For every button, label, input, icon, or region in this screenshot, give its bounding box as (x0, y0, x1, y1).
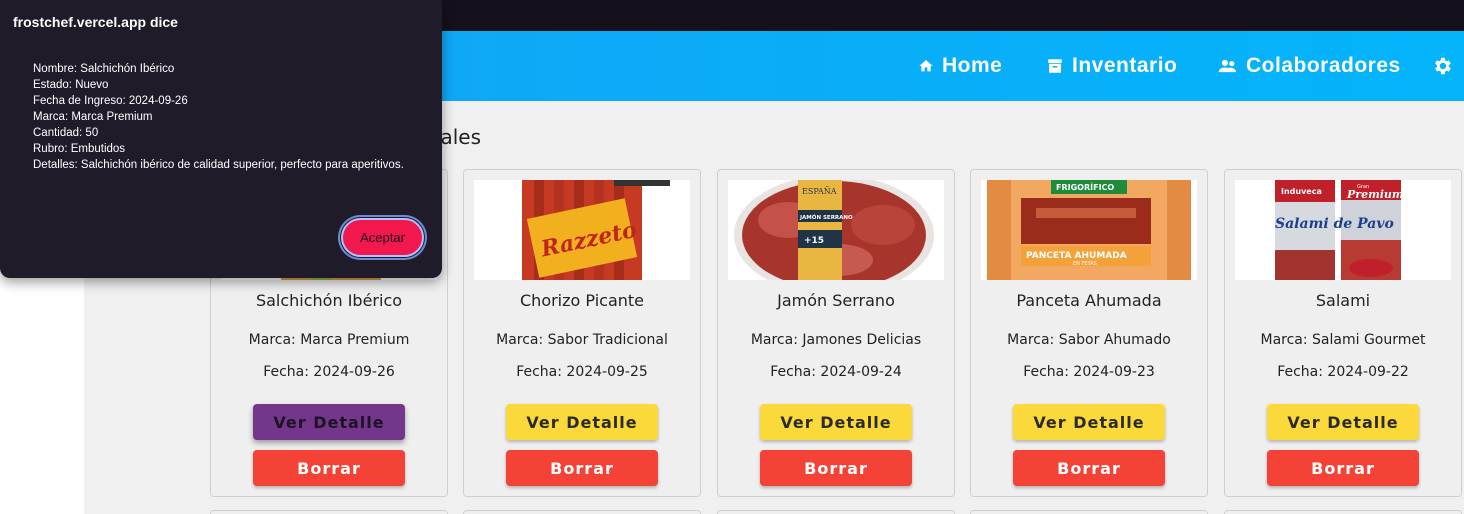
view-detail-button[interactable]: Ver Detalle (1267, 404, 1419, 440)
product-brand: Marca: Sabor Ahumado (1007, 332, 1171, 348)
dialog-line: Fecha de Ingreso: 2024-09-26 (33, 95, 188, 107)
dialog-title: frostchef.vercel.app dice (13, 14, 178, 30)
label-text: Salami de Pavo (1275, 216, 1394, 232)
delete-button[interactable]: Borrar (760, 450, 912, 486)
view-detail-button[interactable]: Ver Detalle (253, 404, 405, 440)
product-image: Razzeto (474, 180, 690, 280)
nav-colaboradores[interactable]: Colaboradores (1218, 31, 1401, 101)
dialog-line: Cantidad: 50 (33, 127, 99, 139)
brand-text: Induveca (1281, 187, 1322, 196)
people-icon (1218, 59, 1237, 73)
product-brand: Marca: Marca Premium (248, 332, 410, 348)
label-text: PANCETA AHUMADA (1026, 251, 1127, 261)
view-detail-button[interactable]: Ver Detalle (1013, 404, 1165, 440)
product-date: Fecha: 2024-09-24 (770, 364, 902, 380)
product-card (970, 510, 1208, 514)
delete-button[interactable]: Borrar (253, 450, 405, 486)
product-card (717, 510, 955, 514)
product-name: Panceta Ahumada (1016, 291, 1162, 310)
view-detail-button[interactable]: Ver Detalle (760, 404, 912, 440)
product-card: Induveca Gran Premium Salami de Pavo Sal… (1224, 169, 1462, 497)
alert-dialog: frostchef.vercel.app dice Nombre: Salchi… (0, 0, 442, 278)
product-name: Salchichón Ibérico (255, 291, 403, 310)
nav-inventario-label: Inventario (1072, 54, 1178, 77)
settings-button[interactable] (1431, 31, 1461, 101)
product-card: ESPAÑA JAMÓN SERRANO +15 Jamón Serrano M… (717, 169, 955, 497)
brand-text: FRIGORÍFICO (1056, 181, 1114, 192)
sub-text: EN FETAS (1073, 261, 1097, 267)
product-brand: Marca: Jamones Delicias (750, 332, 922, 348)
product-brand: Marca: Sabor Tradicional (496, 332, 668, 348)
product-name: Chorizo Picante (520, 291, 644, 310)
gear-icon (1435, 57, 1451, 75)
product-image: FRIGORÍFICO PANCETA AHUMADA EN FETAS (981, 180, 1197, 280)
dialog-line: Detalles: Salchichón ibérico de calidad … (33, 159, 404, 171)
home-icon (919, 60, 933, 72)
delete-button[interactable]: Borrar (1013, 450, 1165, 486)
product-image: Induveca Gran Premium Salami de Pavo (1235, 180, 1451, 280)
dialog-line: Nombre: Salchichón Ibérico (33, 63, 175, 75)
brand-text: ESPAÑA (802, 187, 837, 196)
nav-inventario[interactable]: Inventario (1046, 31, 1177, 101)
nav-colaboradores-label: Colaboradores (1246, 54, 1401, 77)
product-card: Razzeto Chorizo Picante Marca: Sabor Tra… (463, 169, 701, 497)
nav-home[interactable]: Home (918, 31, 1002, 101)
dialog-line: Estado: Nuevo (33, 79, 109, 91)
delete-button[interactable]: Borrar (1267, 450, 1419, 486)
product-card (210, 510, 448, 514)
product-date: Fecha: 2024-09-26 (263, 364, 395, 380)
product-name: Jamón Serrano (777, 291, 895, 310)
dialog-message: Nombre: Salchichón Ibérico Estado: Nuevo… (33, 61, 404, 173)
label-text: JAMÓN SERRANO (799, 214, 853, 221)
product-card (1224, 510, 1462, 514)
dialog-line: Rubro: Embutidos (33, 143, 126, 155)
top-text: Premium (1346, 188, 1404, 201)
product-date: Fecha: 2024-09-22 (1277, 364, 1409, 380)
delete-button[interactable]: Borrar (506, 450, 658, 486)
accept-button[interactable]: Aceptar (341, 218, 424, 257)
product-date: Fecha: 2024-09-25 (516, 364, 648, 380)
archive-icon (1048, 59, 1062, 73)
view-detail-button[interactable]: Ver Detalle (506, 404, 658, 440)
product-name: Salami (1315, 291, 1371, 310)
badge-text: +15 (804, 236, 824, 246)
product-card: FRIGORÍFICO PANCETA AHUMADA EN FETAS Pan… (970, 169, 1208, 497)
nav-home-label: Home (942, 54, 1003, 77)
product-card (463, 510, 701, 514)
dialog-line: Marca: Marca Premium (33, 111, 153, 123)
product-date: Fecha: 2024-09-23 (1023, 364, 1155, 380)
product-brand: Marca: Salami Gourmet (1260, 332, 1426, 348)
product-image: ESPAÑA JAMÓN SERRANO +15 (728, 180, 944, 280)
